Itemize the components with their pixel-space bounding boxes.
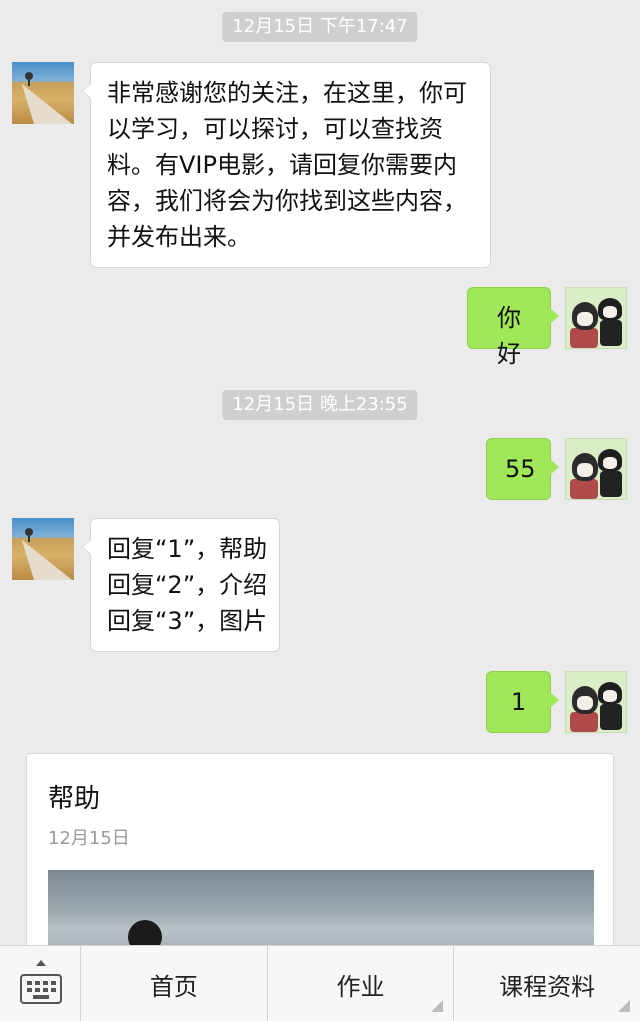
user-avatar[interactable] [565,287,627,349]
keyboard-toggle-button[interactable] [0,946,81,1021]
official-account-avatar[interactable] [12,62,74,124]
article-title: 帮助 [48,784,101,814]
user-avatar[interactable] [565,438,627,500]
menu-item-label: 课程资料 [499,972,596,1001]
official-account-menu-bar: 首页 作业 课程资料 [0,945,640,1021]
message-line: 料。有VIP电影，请回复你需要内 [107,151,457,179]
article-card[interactable]: 帮助 12月15日 [26,753,614,945]
menu-item-homework[interactable]: 作业 [268,946,455,1021]
user-avatar[interactable] [565,671,627,733]
menu-item-label: 首页 [149,972,198,1001]
message-text: 55 [505,455,536,483]
article-cover-image [48,870,594,945]
message-bubble-outgoing[interactable]: 1 [486,671,559,733]
chat-area[interactable]: 12月15日 下午17:47 非常感谢您的关注，在这里，你可 以学习，可以探讨，… [0,0,640,945]
keyboard-icon [20,974,62,1004]
timestamp-chip: 12月15日 晚上23:55 [222,390,418,420]
message-bubble-outgoing[interactable]: 你好 [467,287,559,368]
caret-up-icon [36,960,46,966]
submenu-indicator-icon [431,1000,444,1012]
message-line: 并发布出来。 [107,223,251,251]
message-text: 1 [510,688,527,716]
menu-item-course-materials[interactable]: 课程资料 [454,946,640,1021]
message-line: 非常感谢您的关注，在这里，你可 [107,79,467,107]
official-account-avatar[interactable] [12,518,74,580]
menu-item-home[interactable]: 首页 [81,946,268,1021]
message-bubble-incoming[interactable]: 非常感谢您的关注，在这里，你可 以学习，可以探讨，可以查找资 料。有VIP电影，… [82,62,491,268]
message-line: 回复“1”，帮助 [107,535,268,563]
message-line: 回复“3”，图片 [107,607,268,635]
submenu-indicator-icon [618,1000,631,1012]
message-bubble-outgoing[interactable]: 55 [486,438,559,500]
article-date: 12月15日 [48,828,130,849]
message-bubble-incoming[interactable]: 回复“1”，帮助 回复“2”，介绍 回复“3”，图片 [82,518,280,652]
timestamp-chip: 12月15日 下午17:47 [222,12,418,42]
message-line: 以学习，可以探讨，可以查找资 [107,115,443,143]
message-text: 你好 [497,304,521,368]
message-line: 回复“2”，介绍 [107,571,268,599]
menu-item-label: 作业 [336,972,385,1001]
message-line: 容，我们将会为你找到这些内容， [107,187,467,215]
